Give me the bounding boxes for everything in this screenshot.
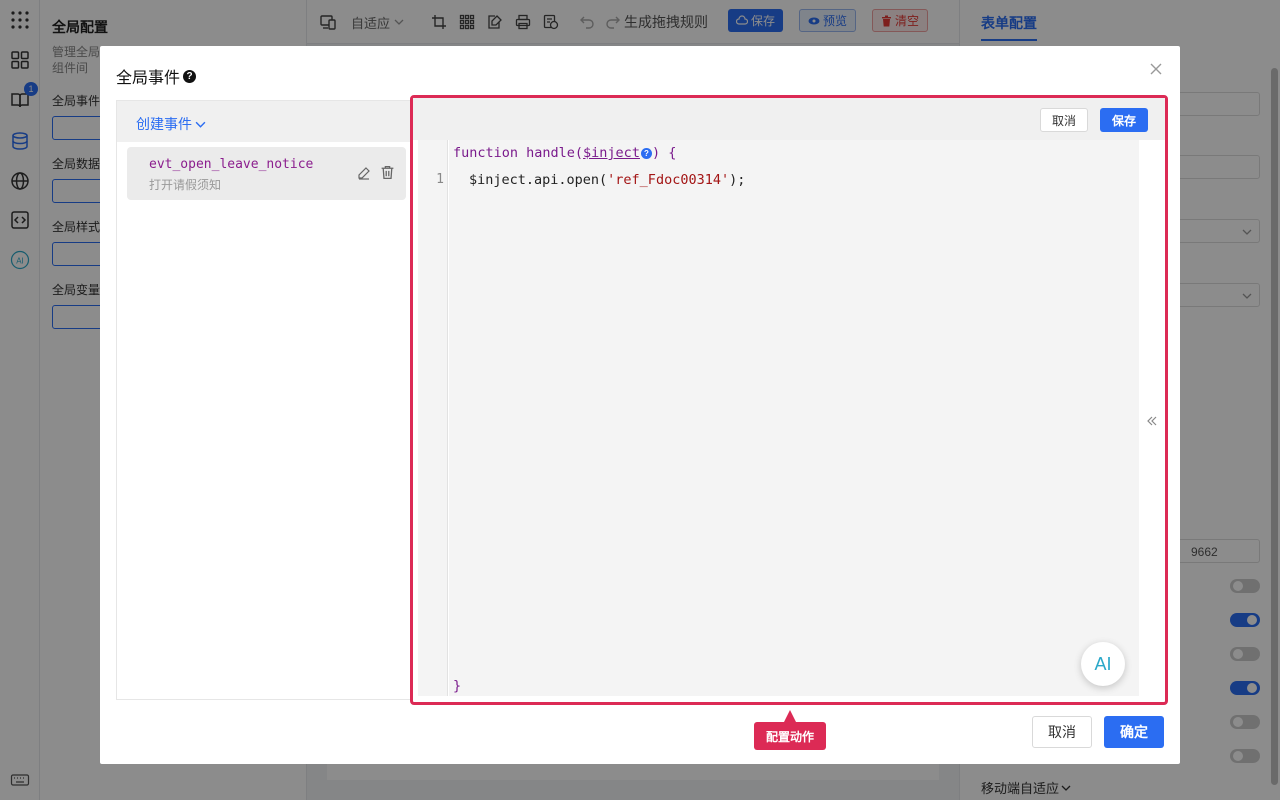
delete-icon[interactable] <box>380 165 396 181</box>
code-body-post: ); <box>729 172 746 188</box>
modal-ok-button[interactable]: 确定 <box>1104 716 1164 748</box>
code-body-pre: $inject.api.open( <box>469 172 608 188</box>
editor-cancel-button[interactable]: 取消 <box>1040 108 1088 132</box>
event-description: 打开请假须知 <box>149 178 222 192</box>
editor-save-button[interactable]: 保存 <box>1100 108 1148 132</box>
edit-icon[interactable] <box>357 166 373 182</box>
modal-title-text: 全局事件 <box>116 70 181 87</box>
code-fn: function handle( <box>453 145 584 161</box>
editor-header: 取消 保存 <box>413 98 1165 140</box>
code-editor: 取消 保存 1 function handle($inject?) { $inj… <box>410 95 1168 705</box>
event-list: 创建事件 evt_open_leave_notice 打开请假须知 <box>116 100 416 700</box>
code-line-body: $inject.api.open('ref_Fdoc00314'); <box>469 172 745 188</box>
create-event-button[interactable]: 创建事件 <box>136 114 206 134</box>
code-line-signature: function handle($inject?) { <box>453 145 676 161</box>
code-body-string: 'ref_Fdoc00314' <box>607 172 730 188</box>
code-close: ) { <box>651 145 677 161</box>
tooltip-arrow <box>784 710 796 722</box>
event-list-header: 创建事件 <box>117 101 415 142</box>
modal-title: 全局事件 ? <box>116 64 197 88</box>
line-gutter: 1 <box>418 140 448 696</box>
event-item[interactable]: evt_open_leave_notice 打开请假须知 <box>127 147 406 200</box>
ai-button[interactable]: AI <box>1081 642 1125 686</box>
line-number: 1 <box>436 172 444 187</box>
modal-cancel-button[interactable]: 取消 <box>1032 716 1092 748</box>
code-line-end: } <box>453 678 462 694</box>
create-event-label: 创建事件 <box>136 116 192 132</box>
configure-action-tooltip: 配置动作 <box>754 722 826 750</box>
help-icon[interactable]: ? <box>183 69 197 83</box>
event-name: evt_open_leave_notice <box>149 157 314 172</box>
double-chevron-left-icon[interactable] <box>1145 414 1159 428</box>
close-icon[interactable] <box>1148 61 1164 77</box>
chevron-down-icon <box>195 121 206 128</box>
code-param[interactable]: $inject <box>583 145 640 161</box>
code-area[interactable]: function handle($inject?) { $inject.api.… <box>449 140 1139 696</box>
global-events-modal: 全局事件 ? 创建事件 evt_open_leave_notice 打开请假须知… <box>100 46 1180 764</box>
param-help-icon[interactable]: ? <box>640 147 652 159</box>
